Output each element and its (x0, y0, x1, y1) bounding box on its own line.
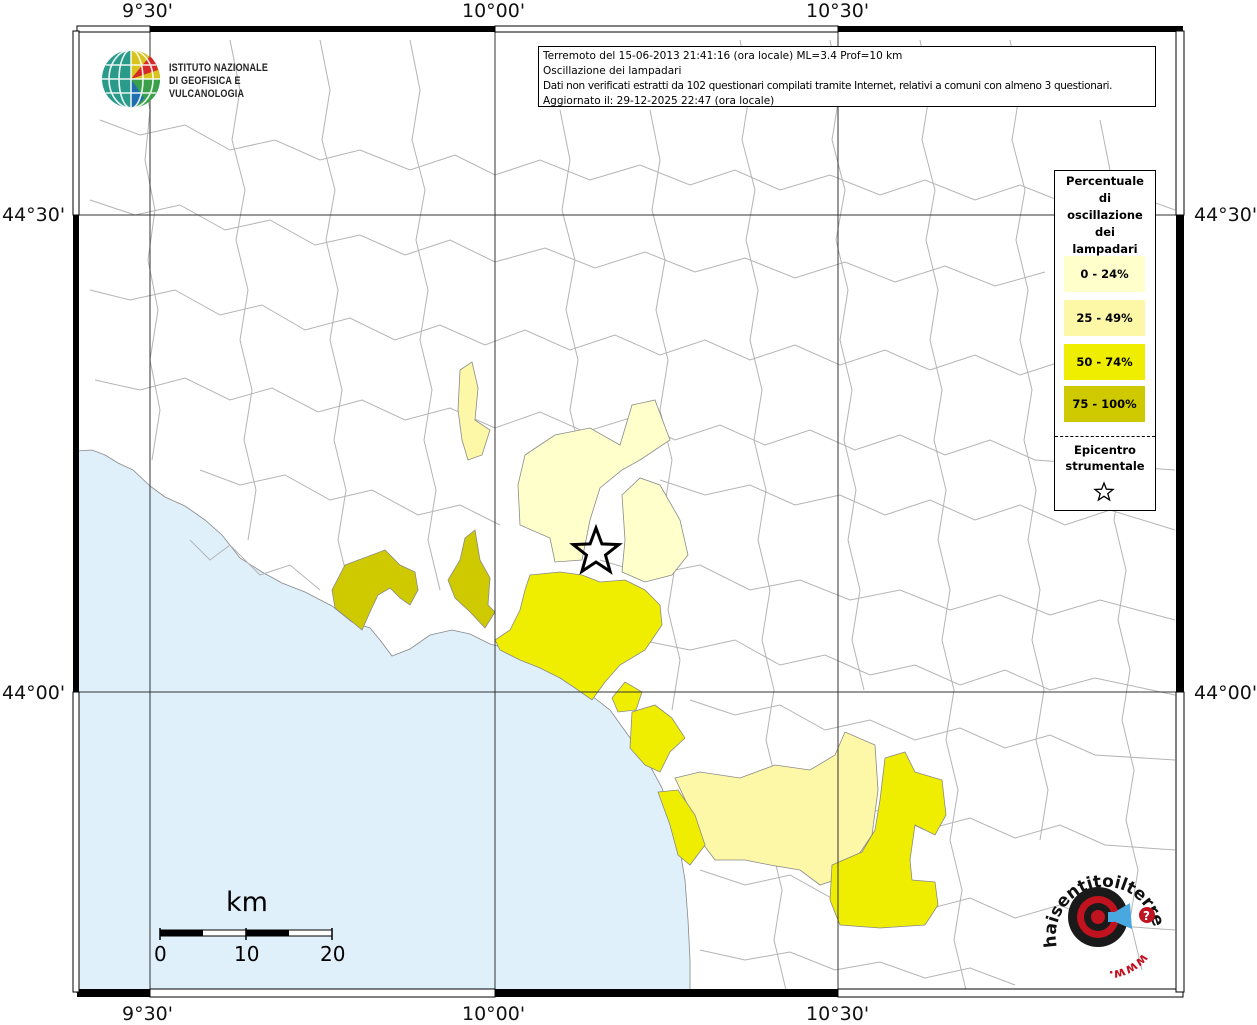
svg-text:www.: www. (1108, 950, 1151, 982)
scale-tick-10: 10 (234, 942, 260, 966)
lat-label-left-1: 44°30' (2, 204, 66, 226)
event-info-box: Terremoto del 15-06-2013 21:41:16 (ora l… (538, 46, 1156, 107)
legend-epicenter-line-2: strumentale (1065, 459, 1145, 473)
scale-bar: km 0 10 20 (150, 885, 360, 975)
legend-title-line-4: dei (1095, 225, 1115, 239)
lat-label-right-1: 44°30' (1194, 204, 1257, 226)
legend-item-25-49: 25 - 49% (1064, 300, 1145, 336)
event-info-line-4: Aggiornato il: 29-12-2025 22:47 (ora loc… (543, 95, 775, 107)
legend-item-75-100: 75 - 100% (1064, 386, 1145, 422)
star-outline-icon (1093, 481, 1115, 502)
ingv-logo-line-1: ISTITUTO NAZIONALE (169, 62, 269, 74)
lon-label-top-3: 10°30' (806, 0, 870, 22)
ingv-logo-line-2: DI GEOFISICA E VULCANOLOGIA (169, 75, 245, 100)
haisentito-logo-url: www. (1108, 950, 1151, 982)
legend-title: Percentuale di oscillazione dei lampadar… (1055, 173, 1155, 258)
globe-icon (102, 49, 160, 109)
target-megaphone-icon: haisentitoilterremoto.it www. ? (1026, 840, 1168, 982)
legend-item-0-24: 0 - 24% (1064, 256, 1145, 292)
lon-label-bottom-3: 10°30' (806, 1003, 870, 1025)
legend-title-line-2: di (1098, 191, 1112, 205)
haisentito-logo: haisentitoilterremoto.it www. ? (1026, 840, 1170, 985)
ingv-logo-text: ISTITUTO NAZIONALE DI GEOFISICA E VULCAN… (169, 62, 301, 101)
legend-separator (1055, 436, 1155, 437)
lat-label-right-2: 44°00' (1194, 682, 1257, 704)
lat-label-left-2: 44°00' (2, 682, 66, 704)
legend: Percentuale di oscillazione dei lampadar… (1054, 170, 1156, 511)
lon-label-top-1: 9°30' (122, 0, 173, 22)
ingv-logo: ISTITUTO NAZIONALE DI GEOFISICA E VULCAN… (100, 48, 330, 110)
event-info-line-1: Terremoto del 15-06-2013 21:41:16 (ora l… (543, 50, 903, 62)
lon-label-top-2: 10°00' (462, 0, 526, 22)
legend-epicenter-label: Epicentro strumentale (1055, 442, 1155, 474)
scale-tick-20: 20 (320, 942, 346, 966)
scale-unit: km (226, 887, 268, 918)
event-info-line-2: Oscillazione dei lampadari (543, 65, 682, 77)
event-info-line-3: Dati non verificati estratti da 102 ques… (543, 80, 1113, 92)
scale-tick-0: 0 (154, 942, 167, 966)
svg-text:?: ? (1143, 909, 1150, 923)
legend-title-line-3: oscillazione (1067, 208, 1143, 222)
legend-item-50-74: 50 - 74% (1064, 344, 1145, 380)
legend-title-line-1: Percentuale (1066, 174, 1144, 188)
lon-label-bottom-1: 9°30' (122, 1003, 173, 1025)
legend-epicenter-line-1: Epicentro (1074, 443, 1136, 457)
lon-label-bottom-2: 10°00' (462, 1003, 526, 1025)
